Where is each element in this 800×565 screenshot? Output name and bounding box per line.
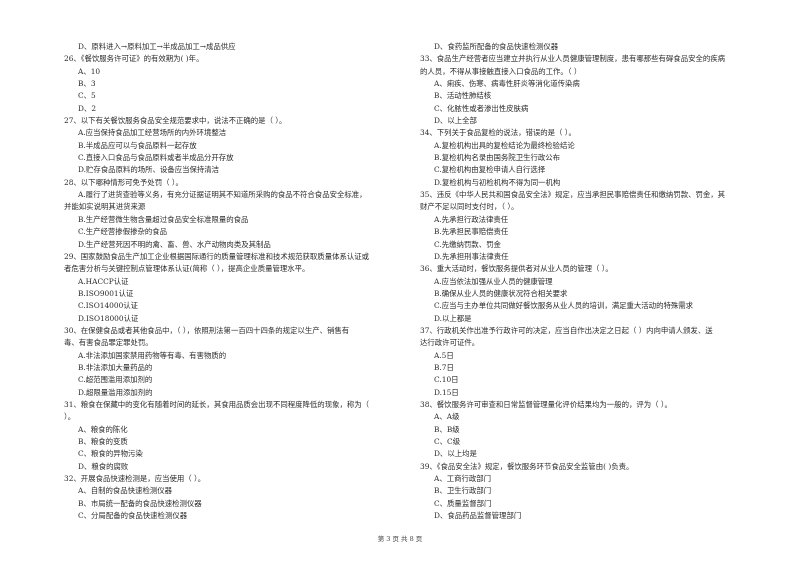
question-text: 36、重大活动时，餐饮服务提供者对从业人员的管理（ ）。 <box>420 264 613 274</box>
answer-option: A.先承担行政法律责任 <box>434 214 509 224</box>
question-text: 26、《餐饮服务许可证》的有效期为( )年。 <box>64 54 204 64</box>
question-text: 37、行政机关作出准予行政许可的决定，应当自作出决定之日起（ ）内向申请人颁发、… <box>420 325 713 335</box>
answer-option: C.直接入口食品与食品原料或者半成品分开存放 <box>78 153 234 163</box>
answer-option: D、以上均是 <box>434 449 477 459</box>
answer-option: C.超范围滥用添加剂的 <box>78 375 153 385</box>
answer-option: A.应当依法加强从业人员的健康管理 <box>434 276 553 286</box>
question-text-continued: 财产不足以同时支付时，（ ）。 <box>420 202 519 212</box>
answer-option: B、粮食的变质 <box>78 437 128 446</box>
right-column: D、食药监所配备的食品快速检测仪器 33、食品生产经营者应当建立并执行从业人员健康… <box>420 41 760 522</box>
answer-option: A.HACCP认证 <box>78 276 129 286</box>
question-text: 30、在保健食品或者其他食品中，（ ），依照刑法第一百四十四条的规定以生产、销售… <box>64 325 350 335</box>
answer-option: B.生产经营微生物含量超过食品安全标准限量的食品 <box>78 214 249 224</box>
answer-option: A.应当保持食品加工经营场所的内外环境整洁 <box>78 128 227 138</box>
answer-option: D.ISO18000认证 <box>78 313 139 323</box>
question-text-continued: 者危害分析与关键控制点管理体系认证(简称（ ），提高企业质量管理水平。 <box>64 264 310 274</box>
answer-option: A.非法添加国家禁用药物等有毒、有害物质的 <box>78 350 227 360</box>
answer-option: D、食品药品监督管理部门 <box>434 511 522 521</box>
answer-option: C、化脓性或者渗出性皮肤病 <box>434 103 529 113</box>
answer-option: B.7日 <box>434 362 454 372</box>
answer-option: D.复检机构与初检机构不得为同一机构 <box>434 177 561 187</box>
question-text: 35、违反《中华人民共和国食品安全法》规定，应当承担民事赔偿责任和缴纳罚款、罚金… <box>420 190 726 200</box>
answer-option: B、市局统一配备的食品快速检测仪器 <box>78 498 202 508</box>
question-text: 38、餐饮服务许可审查和日常监督管理量化评价结果均为一般的，评为（ ）。 <box>420 399 672 409</box>
answer-option: C.10日 <box>434 375 459 385</box>
answer-option: A、10 <box>78 66 101 76</box>
question-text-continued: 并能如实说明其进货来源 <box>64 202 146 212</box>
answer-option: D.15日 <box>434 387 459 397</box>
answer-option: C、粮食的异物污染 <box>78 449 143 459</box>
answer-option: D、以上全部 <box>434 116 477 126</box>
question-text-continued: 的人员，不得从事接触直接入口食品的工作。（ ） <box>420 66 582 76</box>
question-text: 39、《食品安全法》规定，餐饮服务环节食品安全监管由( )负责。 <box>420 461 634 471</box>
answer-option: C、分局配备的食品快速检测仪器 <box>78 511 188 521</box>
page-footer: 第 3 页 共 8 页 <box>377 535 423 543</box>
answer-option: B、活动性肺结核 <box>434 91 492 101</box>
question-text-continued: ）。 <box>64 412 76 422</box>
answer-option: D.以上都是 <box>434 313 472 323</box>
question-text: 28、以下哪种情形可免予处罚（ ）。 <box>64 177 183 187</box>
answer-option: D.超限量滥用添加剂的 <box>78 387 153 397</box>
question-text-continued: 达行政许可证件。 <box>420 338 480 348</box>
answer-option: B.先承担民事赔偿责任 <box>434 227 509 237</box>
answer-option: B.确保从业人员的健康状况符合相关要求 <box>434 288 568 298</box>
answer-option: A、A级 <box>434 412 460 422</box>
answer-option: B.半成品应可以与食品原料一起存放 <box>78 140 197 150</box>
answer-option: C.复检机构由复检申请人自行选择 <box>434 165 546 175</box>
exam-page: D、原料进入→原料加工→半成品加工→成品供应 26、《餐饮服务许可证》的有效期为(… <box>0 0 800 565</box>
answer-option: D.贮存食品原料的场所、设备应当保持清洁 <box>78 165 220 175</box>
answer-option: A、工商行政部门 <box>434 474 492 484</box>
answer-option: C.应当与主办单位共同做好餐饮服务从业人员的培训，满足重大活动的特殊需求 <box>434 301 694 311</box>
answer-option: C.先缴纳罚款、罚金 <box>434 239 501 249</box>
answer-option: D、食药监所配备的食品快速检测仪器 <box>434 42 559 51</box>
answer-option: A、自制的食品快速检测仪器 <box>78 486 173 496</box>
question-text: 29、国家鼓励食品生产加工企业根据国际通行的质量管理标准和技术规范获取质量体系认… <box>64 251 370 261</box>
answer-option: A.5日 <box>434 350 454 360</box>
answer-option: B.ISO9001认证 <box>78 288 134 298</box>
answer-option: B、B级 <box>434 424 460 434</box>
answer-option: A、痢疾、伤寒、病毒性肝炎等消化道传染病 <box>434 79 580 89</box>
answer-option: B.复检机构名录由国务院卫生行政公布 <box>434 153 561 163</box>
answer-option: C、5 <box>78 91 96 101</box>
answer-option: D.生产经营死因不明的禽、畜、兽、水产动物肉类及其制品 <box>78 239 271 249</box>
answer-option: D、粮食的腐败 <box>78 461 129 471</box>
answer-option: C.ISO14000认证 <box>78 301 139 311</box>
answer-option: A.复检机构出具的复检结论为最终检验结论 <box>434 140 575 150</box>
answer-option: D.先承担刑事法律责任 <box>434 251 509 261</box>
answer-option: D、原料进入→原料加工→半成品加工→成品供应 <box>78 42 236 51</box>
answer-option: B、卫生行政部门 <box>434 486 492 496</box>
answer-option: A.履行了进货查验等义务，有充分证据证明其不知道所采购的食品不符合食品安全标准， <box>78 190 367 200</box>
question-text: 31、粮食在保藏中的变化有随着时间的延长，其食用品质会出现不同程度降低的现象，称… <box>64 399 370 409</box>
left-column: D、原料进入→原料加工→半成品加工→成品供应 26、《餐饮服务许可证》的有效期为(… <box>64 41 404 522</box>
question-text: 32、开展食品快速检测是，应当使用（ ）。 <box>64 474 206 484</box>
answer-option: D、2 <box>78 103 97 113</box>
question-text: 34、下列关于食品复检的说法，错误的是（ ）。 <box>420 128 576 138</box>
answer-option: B、3 <box>78 79 96 89</box>
question-text: 27、以下有关餐饮服务食品安全规范要求中，说法不正确的是（ ）。 <box>64 116 287 126</box>
question-text: 33、食品生产经营者应当建立并执行从业人员健康管理制度，患有哪那些有碍食品安全的… <box>420 54 726 64</box>
question-text-continued: 毒、有害食品罪定罪处罚。 <box>64 338 153 348</box>
answer-option: C.生产经营掺假掺杂的食品 <box>78 227 168 237</box>
answer-option: B.非法添加大量药品的 <box>78 362 153 372</box>
answer-option: C、C级 <box>434 437 461 446</box>
answer-option: A、粮食的陈化 <box>78 424 128 434</box>
answer-option: C、质量监督部门 <box>434 498 492 508</box>
